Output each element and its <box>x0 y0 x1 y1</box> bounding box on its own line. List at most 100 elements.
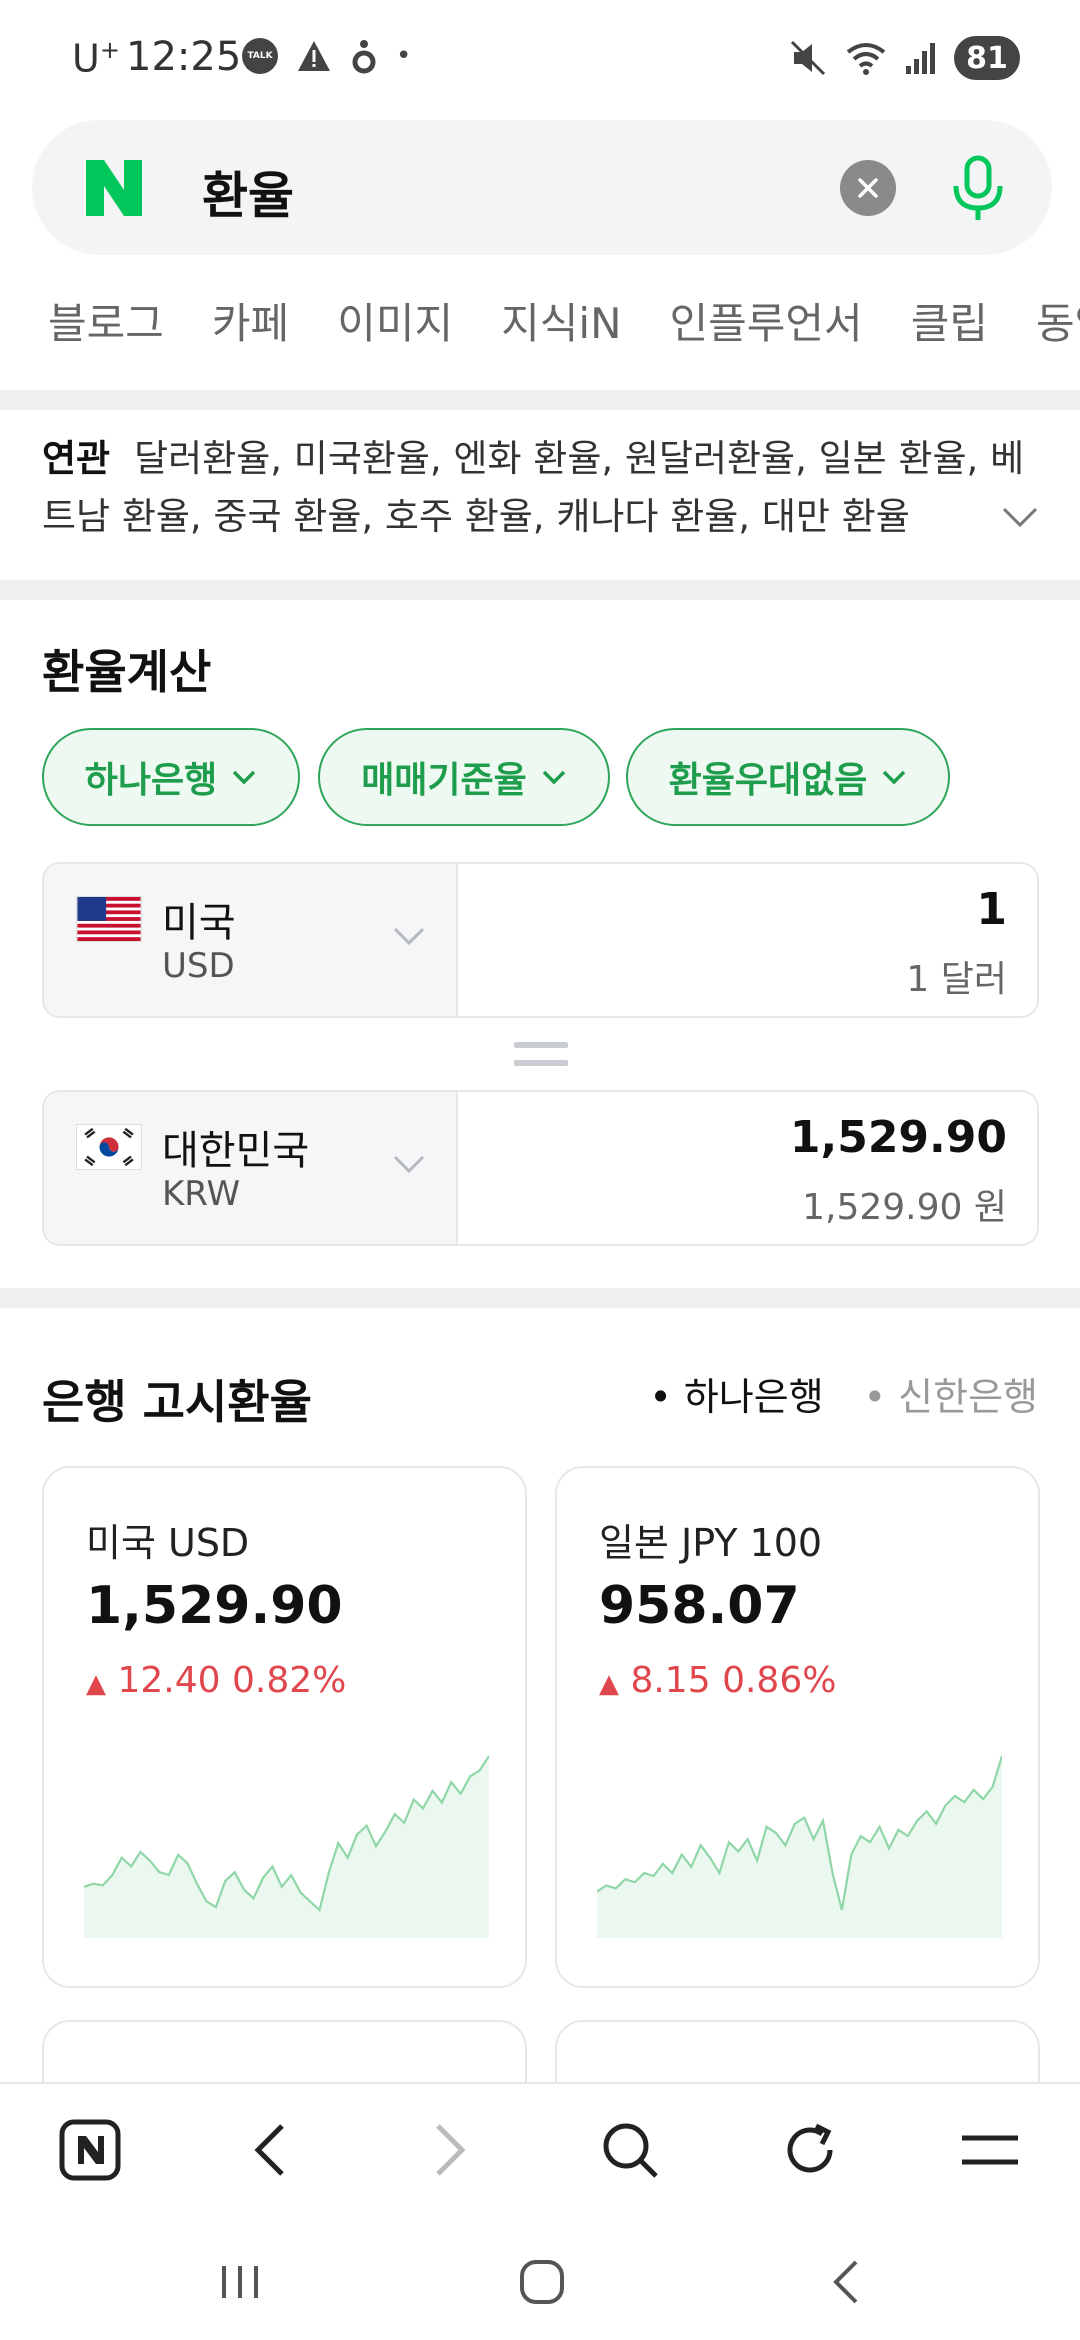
forward-button[interactable] <box>414 2114 486 2186</box>
naver-logo-icon[interactable] <box>82 156 146 220</box>
korea-flag-icon <box>76 1124 142 1170</box>
search-tabs: 블로그 카페 이미지 지식iN 인플루언서 클립 동영상 <box>48 290 1080 351</box>
related-label: 연관 <box>42 437 111 480</box>
up-triangle-icon: ▲ <box>599 1669 619 1699</box>
change-percent: 0.86% <box>722 1660 837 1701</box>
change-amount: 12.40 <box>117 1660 221 1701</box>
home-icon <box>520 2260 564 2304</box>
up-triangle-icon: ▲ <box>86 1669 106 1699</box>
rate-card-usd[interactable]: 미국 USD 1,529.90 ▲ 12.40 0.82% <box>42 1466 527 1988</box>
rate-card-jpy[interactable]: 일본 JPY 100 958.07 ▲ 8.15 0.86% <box>555 1466 1040 1988</box>
chevron-down-icon <box>542 770 566 785</box>
back-icon <box>254 2124 284 2176</box>
chevron-down-icon <box>393 927 425 946</box>
naver-home-icon <box>59 2119 121 2181</box>
tab-blog[interactable]: 블로그 <box>48 290 164 351</box>
menu-button[interactable] <box>954 2114 1026 2186</box>
to-currency-code: KRW <box>162 1174 241 1214</box>
rate-card-currency: 미국 USD <box>86 1521 250 1565</box>
bank-rates-title: 은행 고시환율 <box>42 1375 312 1429</box>
back-icon <box>833 2260 858 2304</box>
rate-discount-label: 환율우대없음 <box>668 760 868 801</box>
to-currency-selector[interactable]: 대한민국 KRW <box>44 1092 458 1244</box>
us-flag-icon <box>76 896 142 942</box>
from-currency-code: USD <box>162 946 235 986</box>
search-icon <box>603 2123 658 2178</box>
rate-card-currency: 일본 JPY 100 <box>599 1521 823 1565</box>
trend-area <box>84 1756 489 1938</box>
back-button[interactable] <box>234 2114 306 2186</box>
talk-badge-text: TALK <box>247 51 273 61</box>
carrier-label: U+ <box>72 36 120 81</box>
tab-image[interactable]: 이미지 <box>337 290 453 351</box>
change-percent: 0.82% <box>231 1660 347 1701</box>
refresh-icon <box>787 2123 833 2173</box>
search-input[interactable]: 환율 <box>202 156 294 228</box>
system-nav-bar <box>0 2214 1080 2340</box>
signal-icon <box>906 43 935 74</box>
talk-notification-icon: TALK <box>242 38 278 74</box>
equals-icon <box>514 1042 568 1068</box>
to-amount-input[interactable]: 1,529.90 <box>790 1112 1007 1163</box>
forward-icon <box>436 2124 466 2176</box>
rate-card-change: ▲ 12.40 0.82% <box>86 1660 346 1701</box>
microphone-icon <box>953 155 1003 220</box>
chevron-down-icon <box>393 1155 425 1174</box>
to-amount-text: 1,529.90 원 <box>802 1187 1007 1228</box>
change-amount: 8.15 <box>630 1660 711 1701</box>
recents-button[interactable] <box>210 2252 270 2312</box>
home-button[interactable] <box>512 2252 572 2312</box>
rate-type-label: 매매기준율 <box>361 760 527 801</box>
wifi-icon <box>846 43 886 75</box>
trend-area <box>597 1756 1002 1938</box>
search-button[interactable] <box>594 2114 666 2186</box>
rate-type-dropdown[interactable]: 매매기준율 <box>318 728 610 826</box>
to-country-name: 대한민국 <box>162 1128 310 1174</box>
from-currency-selector[interactable]: 미국 USD <box>44 864 458 1016</box>
status-time: 12:25 <box>126 34 242 80</box>
battery-indicator: 81 <box>954 36 1020 80</box>
tab-cafe[interactable]: 카페 <box>212 290 289 351</box>
tab-knowledge[interactable]: 지식iN <box>501 290 621 351</box>
rate-trend-chart <box>84 1755 489 1938</box>
rate-card-value: 1,529.90 <box>86 1576 343 1636</box>
search-bar[interactable]: 환율 <box>32 120 1052 255</box>
rate-trend-chart <box>597 1755 1002 1938</box>
clear-search-button[interactable] <box>840 160 896 216</box>
tab-influencer[interactable]: 인플루언서 <box>670 290 863 351</box>
bank-option-shinhan[interactable]: • 신한은행 <box>864 1366 1038 1421</box>
from-currency-row: 미국 USD 1 1 달러 <box>42 862 1039 1018</box>
browser-toolbar <box>0 2082 1080 2214</box>
close-icon <box>858 178 878 198</box>
section-divider <box>0 390 1080 410</box>
refresh-button[interactable] <box>774 2114 846 2186</box>
app-notification-icon <box>352 40 376 74</box>
more-dot: • <box>396 41 412 71</box>
chevron-down-icon <box>232 770 256 785</box>
rate-discount-dropdown[interactable]: 환율우대없음 <box>626 728 950 826</box>
from-country-name: 미국 <box>162 900 236 946</box>
bank-switcher: • 하나은행 • 신한은행 <box>649 1366 1038 1421</box>
naver-home-button[interactable] <box>54 2114 126 2186</box>
calculator-title: 환율계산 <box>42 645 212 699</box>
recents-icon <box>222 2266 258 2298</box>
from-amount-input[interactable]: 1 <box>976 884 1007 935</box>
menu-icon <box>962 2135 1018 2165</box>
expand-related-chevron-icon[interactable] <box>1000 505 1040 529</box>
system-back-button[interactable] <box>816 2252 876 2312</box>
to-currency-row: 대한민국 KRW 1,529.90 1,529.90 원 <box>42 1090 1039 1246</box>
warning-icon <box>298 41 330 71</box>
related-keywords[interactable]: 달러환율, 미국환율, 엔화 환율, 원달러환율, 일본 환율, 베트남 환율,… <box>42 437 1024 538</box>
section-divider <box>0 580 1080 600</box>
bank-option-hana[interactable]: • 하나은행 <box>649 1366 823 1421</box>
voice-search-button[interactable] <box>940 150 1016 226</box>
mute-icon <box>790 40 826 76</box>
bank-filter-dropdown[interactable]: 하나은행 <box>42 728 300 826</box>
chevron-down-icon <box>883 770 906 785</box>
tab-clip[interactable]: 클립 <box>911 290 988 351</box>
tab-video[interactable]: 동영상 <box>1036 290 1080 351</box>
status-bar: U+ 12:25 TALK • 81 <box>0 0 1080 120</box>
related-searches[interactable]: 연관 달러환율, 미국환율, 엔화 환율, 원달러환율, 일본 환율, 베트남 환… <box>42 430 1032 546</box>
rate-card-value: 958.07 <box>599 1576 800 1636</box>
from-amount-text: 1 달러 <box>906 959 1007 1000</box>
